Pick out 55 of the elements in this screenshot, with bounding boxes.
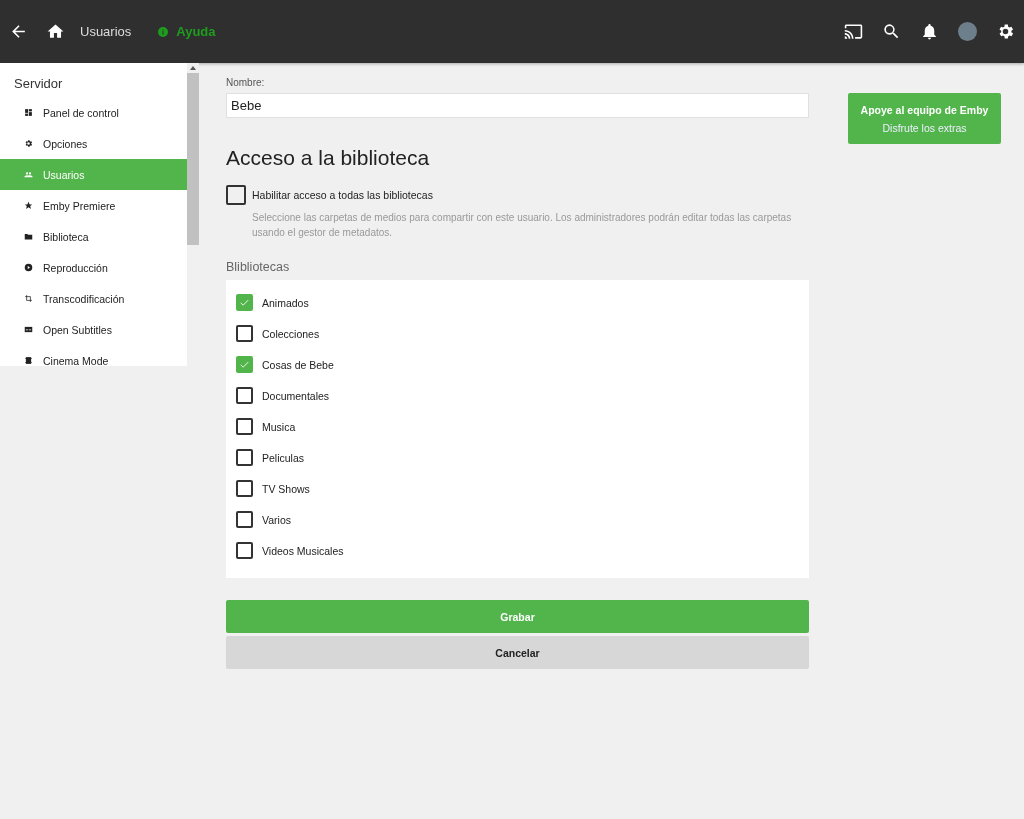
checkbox[interactable] (226, 185, 246, 205)
star-icon (24, 201, 33, 210)
sidebar-item[interactable]: Panel de control (0, 97, 187, 128)
checkbox-label[interactable]: Habilitar acceso a todas las bibliotecas (252, 189, 433, 201)
sidebar-item[interactable]: Open Subtitles (0, 314, 187, 345)
checkbox[interactable] (236, 542, 253, 559)
checkbox-label[interactable]: Colecciones (262, 327, 320, 340)
sidebar-heading: Servidor (13, 75, 64, 93)
page-title: Usuarios (80, 24, 132, 39)
cast-icon[interactable] (844, 22, 863, 41)
field-label: Nombre: (226, 77, 266, 88)
people-icon (24, 170, 33, 179)
cancel-button[interactable]: Cancelar (226, 636, 809, 669)
checkbox-label[interactable]: Videos Musicales (262, 544, 344, 557)
checkbox-label[interactable]: Documentales (262, 389, 330, 402)
list-heading: Blibliotecas (226, 260, 291, 274)
gear-icon (24, 139, 33, 148)
info-icon[interactable] (157, 25, 170, 38)
section-title: Acceso a la biblioteca (226, 146, 431, 170)
sidebar-item[interactable]: Transcodificación (0, 283, 187, 314)
name-field[interactable]: Bebe (226, 93, 809, 118)
back-arrow-icon[interactable] (9, 22, 28, 41)
checkbox-label[interactable]: TV Shows (262, 482, 310, 495)
crop-icon (24, 294, 33, 303)
bell-icon[interactable] (920, 22, 939, 41)
sidebar-item[interactable]: Cinema Mode (0, 345, 187, 366)
sidebar-item[interactable]: Biblioteca (0, 221, 187, 252)
checkbox[interactable] (236, 449, 253, 466)
checkbox-label[interactable]: Peliculas (262, 451, 305, 464)
sidebar-item[interactable]: Reproducción (0, 252, 187, 283)
help-text: Seleccione las carpetas de medios para compartir con este usuario. Los administradores podrán editar todas las carpetas usando el gestor de metadatos. (252, 211, 793, 240)
sidebar-item[interactable]: Opciones (0, 128, 187, 159)
dashboard-icon (24, 108, 33, 117)
checkbox-label[interactable]: Varios (262, 513, 291, 526)
checkbox[interactable] (236, 387, 253, 404)
play-circle-icon (24, 263, 33, 272)
checkbox[interactable] (236, 418, 253, 435)
sidebar-item[interactable]: Emby Premiere (0, 190, 187, 221)
folder-icon (24, 232, 33, 241)
checkbox-label[interactable]: Cosas de Bebe (262, 358, 334, 371)
checkbox[interactable] (236, 294, 253, 311)
search-icon[interactable] (882, 22, 901, 41)
checkbox-label[interactable]: Musica (262, 420, 296, 433)
checkbox[interactable] (236, 356, 253, 373)
checkbox[interactable] (236, 480, 253, 497)
film-icon (24, 356, 33, 365)
user-avatar[interactable] (958, 22, 977, 41)
home-icon[interactable] (46, 22, 65, 41)
scrollbar-thumb[interactable] (187, 73, 199, 245)
help-link[interactable]: Ayuda (157, 24, 216, 39)
subtitles-icon (24, 325, 33, 334)
scrollbar[interactable] (187, 63, 199, 366)
checkbox[interactable] (236, 511, 253, 528)
checkbox[interactable] (236, 325, 253, 342)
checkbox-label[interactable]: Animados (262, 296, 309, 309)
